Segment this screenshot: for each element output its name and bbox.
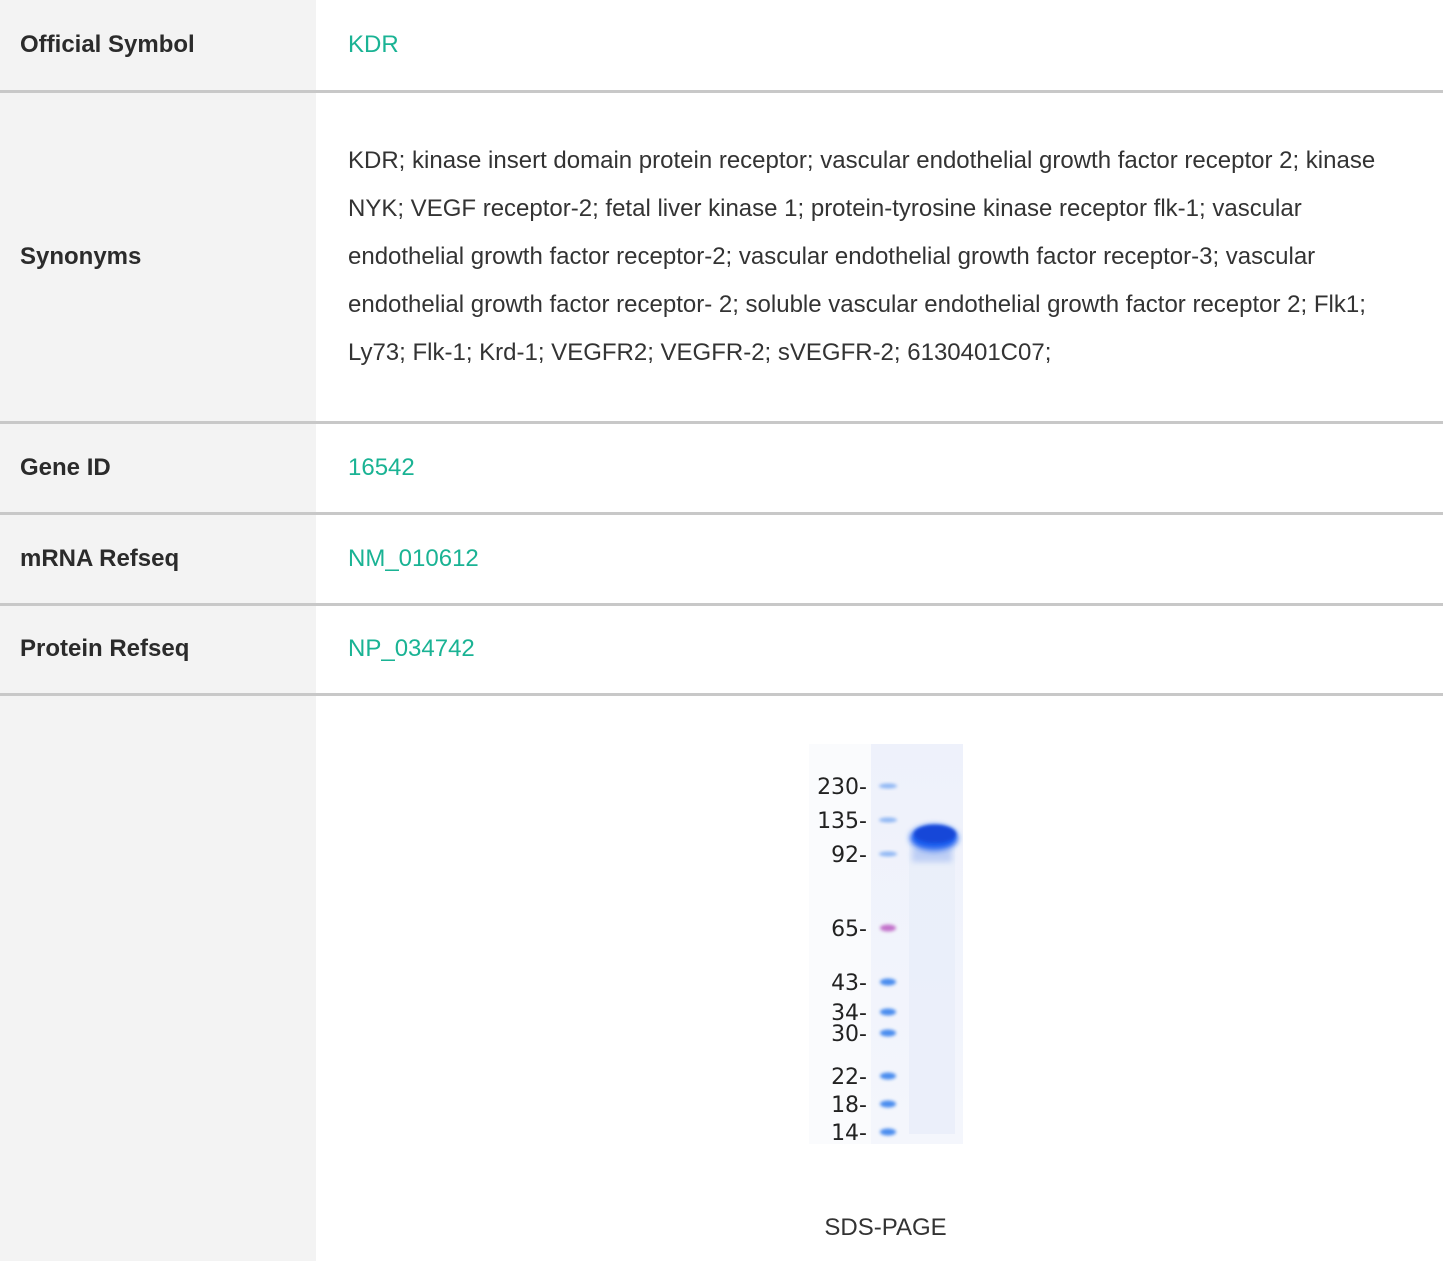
value-official-symbol: KDR	[316, 0, 1443, 93]
row-protein-refseq: Protein Refseq NP_034742	[0, 604, 1443, 696]
gene-id-link[interactable]: 16542	[348, 454, 415, 481]
sds-page-gel-image: 230-135-92-65-43-34-30-22-18-14-	[808, 743, 963, 1146]
marker-label: 43-	[831, 971, 867, 996]
marker-label: 135-	[817, 809, 867, 834]
marker-band	[879, 1100, 896, 1108]
row-official-symbol: Official Symbol KDR	[0, 0, 1443, 93]
marker-band	[878, 851, 897, 857]
marker-band	[879, 1008, 896, 1016]
sample-band	[909, 824, 958, 862]
marker-label: 22-	[831, 1065, 867, 1090]
marker-band	[879, 978, 896, 986]
row-synonyms: Synonyms KDR; kinase insert domain prote…	[0, 91, 1443, 424]
label-official-symbol: Official Symbol	[0, 0, 316, 93]
marker-band	[879, 1029, 896, 1037]
marker-band	[878, 817, 897, 823]
value-protein-refseq: NP_034742	[316, 604, 1443, 696]
marker-band	[879, 924, 896, 932]
row-mrna-refseq: mRNA Refseq NM_010612	[0, 513, 1443, 606]
marker-label: 30-	[831, 1022, 867, 1047]
figure-cell: 230- 135- 92- 65- 43- 34- 30- 22- 18- 14- SDS-PAG…	[316, 694, 1443, 1261]
marker-band	[879, 1128, 896, 1136]
marker-label: 65-	[831, 917, 867, 942]
product-info-table: Official Symbol KDR Synonyms KDR; kinase…	[0, 0, 1443, 1261]
value-mrna-refseq: NM_010612	[316, 513, 1443, 606]
label-protein-refseq: Protein Refseq	[0, 604, 316, 696]
figure-caption: SDS-PAGE	[824, 1213, 947, 1241]
mrna-refseq-link[interactable]: NM_010612	[348, 545, 479, 572]
marker-label: 92-	[831, 843, 867, 868]
marker-label: 14-	[831, 1121, 867, 1144]
label-synonyms: Synonyms	[0, 91, 316, 424]
label-mrna-refseq: mRNA Refseq	[0, 513, 316, 606]
marker-label: 18-	[831, 1093, 867, 1118]
row-image: 230- 135- 92- 65- 43- 34- 30- 22- 18- 14- SDS-PAG…	[0, 694, 1443, 1261]
value-gene-id: 16542	[316, 422, 1443, 515]
label-image-empty	[0, 694, 316, 1261]
value-synonyms: KDR; kinase insert domain protein recept…	[316, 91, 1443, 424]
marker-band	[878, 783, 897, 789]
protein-refseq-link[interactable]: NP_034742	[348, 635, 475, 662]
marker-band	[879, 1072, 896, 1080]
label-gene-id: Gene ID	[0, 422, 316, 515]
row-gene-id: Gene ID 16542	[0, 422, 1443, 515]
official-symbol-link[interactable]: KDR	[348, 31, 399, 58]
marker-label: 230-	[817, 775, 867, 800]
gel-figure: 230- 135- 92- 65- 43- 34- 30- 22- 18- 14-	[808, 743, 963, 1161]
